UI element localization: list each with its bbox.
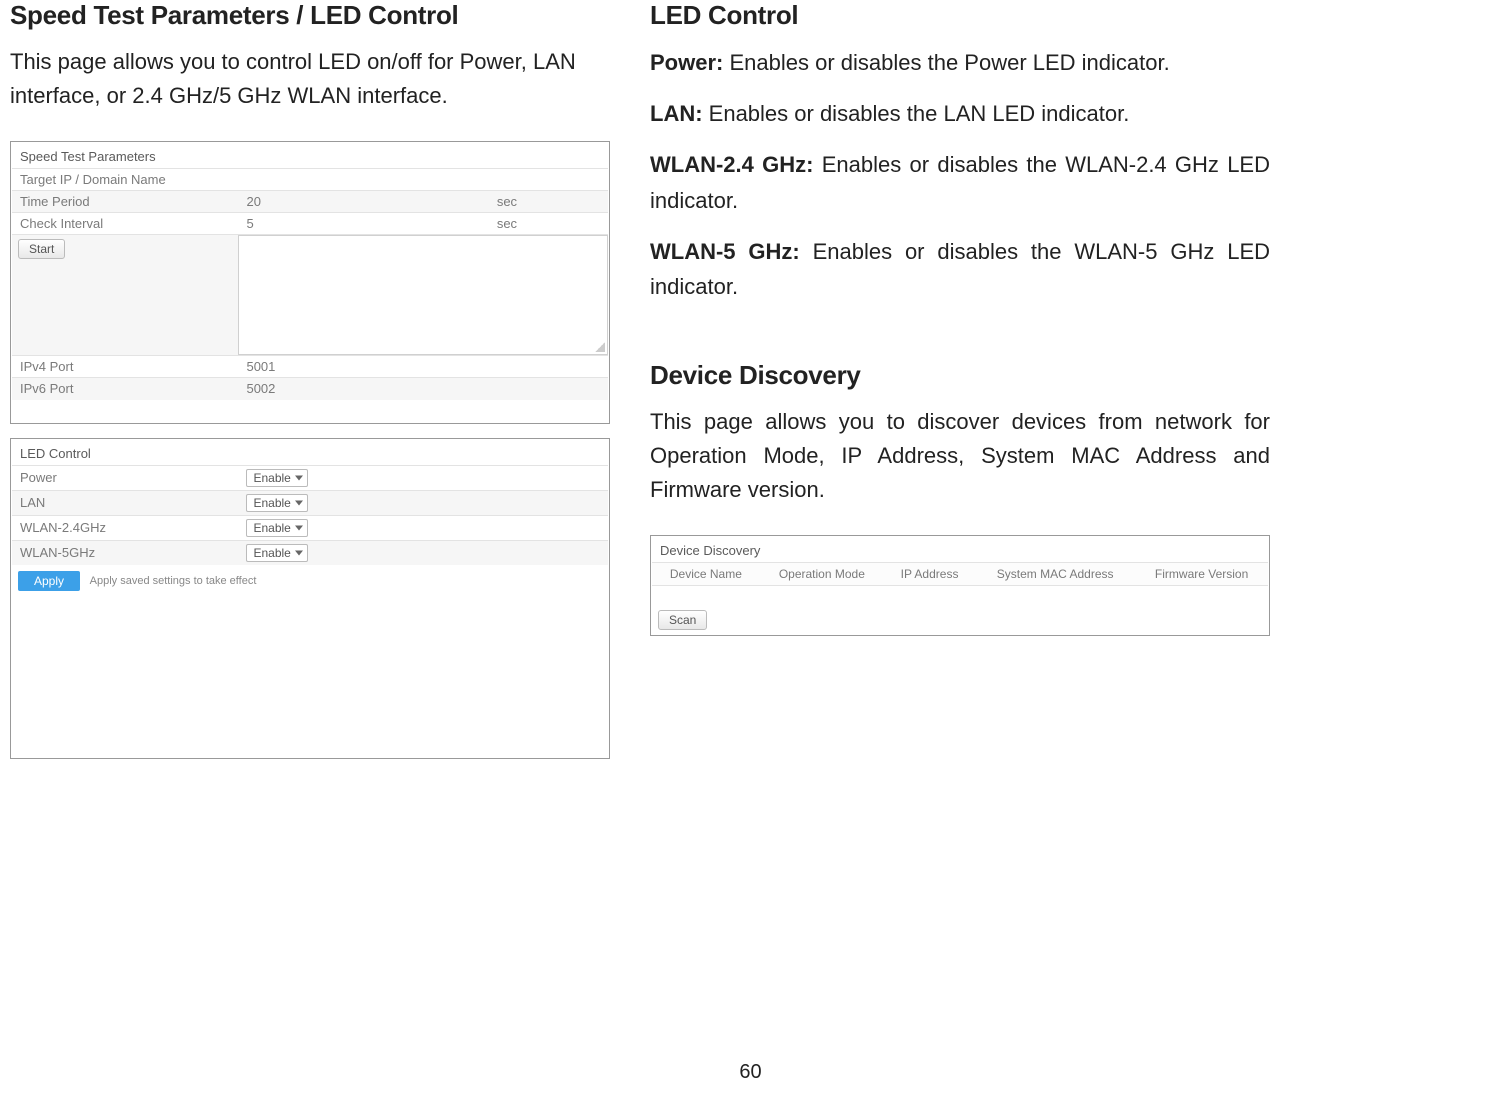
apply-hint: Apply saved settings to take effect: [90, 575, 257, 587]
time-period-label: Time Period: [12, 191, 238, 213]
device-discovery-intro: This page allows you to discover devices…: [650, 405, 1270, 507]
table-row: WLAN-2.4GHz Enable: [12, 515, 608, 540]
led-power-label: Power: [12, 465, 238, 490]
power-desc: Power: Enables or disables the Power LED…: [650, 45, 1270, 80]
time-period-unit: sec: [489, 191, 608, 213]
table-row: IPv6 Port 5002: [12, 378, 608, 400]
target-ip-label: Target IP / Domain Name: [12, 169, 238, 191]
led-wlan24-select[interactable]: Enable: [246, 519, 307, 537]
ipv4-port-label: IPv4 Port: [12, 356, 238, 378]
led-panel-title: LED Control: [12, 440, 608, 465]
led-power-select[interactable]: Enable: [246, 469, 307, 487]
led-lan-label: LAN: [12, 490, 238, 515]
led-control-heading: LED Control: [650, 0, 1270, 31]
speed-led-heading: Speed Test Parameters / LED Control: [10, 0, 610, 31]
table-row: WLAN-5GHz Enable: [12, 540, 608, 565]
device-discovery-screenshot: Device Discovery Device Name Operation M…: [650, 535, 1270, 636]
led-control-table: Power Enable LAN Enable WLAN-2.4GHz Enab…: [12, 465, 608, 565]
scan-button[interactable]: Scan: [658, 610, 707, 630]
ipv4-port-value: 5001: [238, 356, 608, 378]
check-interval-unit: sec: [489, 213, 608, 235]
led-wlan5-select[interactable]: Enable: [246, 544, 307, 562]
led-lan-select[interactable]: Enable: [246, 494, 307, 512]
dd-header: Firmware Version: [1135, 563, 1268, 586]
check-interval-label: Check Interval: [12, 213, 238, 235]
device-discovery-heading: Device Discovery: [650, 360, 1270, 391]
speed-panel-title: Speed Test Parameters: [12, 143, 608, 168]
speed-test-output[interactable]: [238, 235, 608, 355]
apply-button[interactable]: Apply: [18, 571, 80, 591]
ipv6-port-value: 5002: [238, 378, 608, 400]
wlan24-desc: WLAN-2.4 GHz: Enables or disables the WL…: [650, 147, 1270, 217]
target-ip-value: [238, 169, 488, 191]
wlan5-desc: WLAN-5 GHz: Enables or disables the WLAN…: [650, 234, 1270, 304]
table-row: Power Enable: [12, 465, 608, 490]
speed-test-screenshot: Speed Test Parameters Target IP / Domain…: [10, 141, 610, 424]
dd-panel-title: Device Discovery: [652, 537, 1268, 562]
led-control-screenshot: LED Control Power Enable LAN Enable WLAN…: [10, 438, 610, 759]
dd-header: Device Name: [652, 563, 760, 586]
table-row: Check Interval 5 sec: [12, 213, 608, 235]
check-interval-value: 5: [238, 213, 488, 235]
dd-header: IP Address: [884, 563, 975, 586]
device-discovery-table: Device Name Operation Mode IP Address Sy…: [652, 562, 1268, 606]
table-row: Start: [12, 235, 608, 356]
table-row: Target IP / Domain Name: [12, 169, 608, 191]
table-row: IPv4 Port 5001: [12, 356, 608, 378]
page-number: 60: [739, 1061, 761, 1084]
dd-header: Operation Mode: [760, 563, 884, 586]
start-button[interactable]: Start: [18, 239, 65, 259]
table-row: LAN Enable: [12, 490, 608, 515]
speed-test-table: Target IP / Domain Name Time Period 20 s…: [12, 168, 608, 400]
led-wlan24-label: WLAN-2.4GHz: [12, 515, 238, 540]
table-row: Time Period 20 sec: [12, 191, 608, 213]
dd-header: System MAC Address: [975, 563, 1135, 586]
time-period-value: 20: [238, 191, 488, 213]
table-row: [652, 586, 1268, 606]
led-wlan5-label: WLAN-5GHz: [12, 540, 238, 565]
ipv6-port-label: IPv6 Port: [12, 378, 238, 400]
speed-led-intro: This page allows you to control LED on/o…: [10, 45, 610, 113]
lan-desc: LAN: Enables or disables the LAN LED ind…: [650, 96, 1270, 131]
